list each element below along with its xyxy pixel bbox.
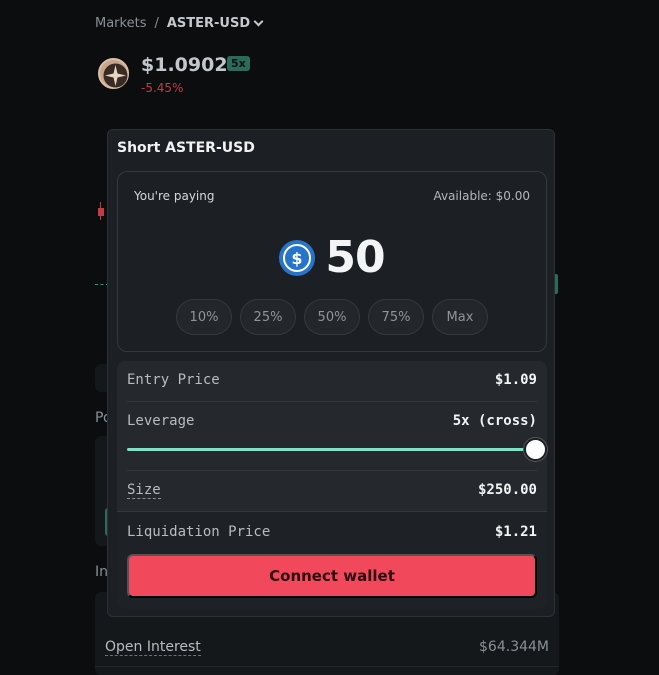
liquidation-row: Liquidation Price $1.21	[127, 524, 537, 540]
percent-25-button[interactable]: 25%	[240, 299, 296, 335]
price-change: -5.45%	[141, 81, 184, 95]
percent-10-button[interactable]: 10%	[176, 299, 232, 335]
percent-50-button[interactable]: 50%	[304, 299, 360, 335]
amount-input[interactable]: 50	[325, 232, 385, 283]
breadcrumb-markets-link[interactable]: Markets	[95, 16, 146, 31]
chart-candle	[98, 208, 104, 216]
divider	[127, 470, 537, 471]
order-details: Entry Price $1.09 Leverage 5x (cross) Si…	[117, 361, 547, 609]
leverage-badge: 5x	[227, 56, 250, 71]
chevron-down-icon	[253, 16, 264, 27]
entry-price-row: Entry Price $1.09	[127, 372, 537, 388]
available-balance: Available: $0.00	[433, 189, 530, 203]
open-interest-label[interactable]: Open Interest	[105, 639, 201, 656]
percent-buttons: 10% 25% 50% 75% Max	[118, 299, 546, 335]
market-price: $1.0902	[141, 54, 228, 76]
size-value: $250.00	[477, 482, 537, 498]
leverage-slider-track[interactable]	[127, 448, 537, 451]
svg-text:$: $	[292, 249, 303, 268]
breadcrumb-separator: /	[154, 16, 159, 31]
modal-title: Short ASTER-USD	[117, 140, 255, 156]
leverage-label: Leverage	[127, 413, 195, 429]
pay-card: You're paying Available: $0.00 $ 50 10% …	[117, 171, 547, 352]
liquidation-value: $1.21	[494, 524, 537, 540]
liquidation-label: Liquidation Price	[127, 524, 271, 540]
usdc-icon: $	[279, 239, 316, 276]
trade-modal: Short ASTER-USD You're paying Available:…	[107, 129, 555, 617]
paying-label: You're paying	[134, 189, 215, 203]
market-selector[interactable]: ASTER-USD	[166, 16, 264, 31]
size-label[interactable]: Size	[127, 482, 161, 499]
aster-logo-icon	[98, 58, 129, 89]
divider	[95, 666, 559, 667]
market-selector-label: ASTER-USD	[166, 16, 251, 31]
leverage-value: 5x (cross)	[452, 413, 537, 429]
breadcrumb: Markets / ASTER-USD	[95, 16, 264, 31]
entry-price-label: Entry Price	[127, 372, 220, 388]
size-row: Size $250.00	[127, 482, 537, 499]
percent-75-button[interactable]: 75%	[368, 299, 424, 335]
amount-input-group[interactable]: $ 50	[118, 232, 546, 283]
entry-price-value: $1.09	[494, 372, 537, 388]
leverage-slider-handle[interactable]	[524, 438, 547, 461]
open-interest-value: $64.344M	[479, 639, 549, 655]
leverage-row: Leverage 5x (cross)	[127, 413, 537, 429]
max-button[interactable]: Max	[432, 299, 488, 335]
divider	[127, 401, 537, 402]
connect-wallet-button[interactable]: Connect wallet	[127, 554, 537, 598]
